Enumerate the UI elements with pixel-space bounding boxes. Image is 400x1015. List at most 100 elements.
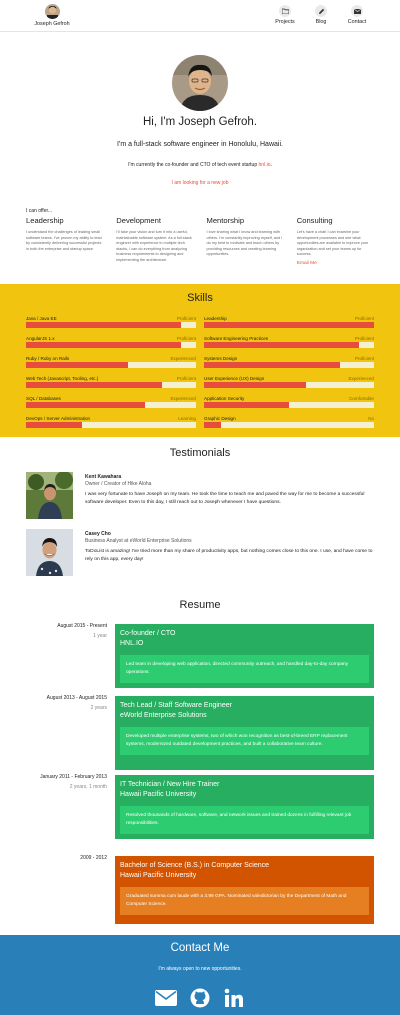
resume-detail: Graduated summa cum laude with a 3.99 GP… [120, 886, 369, 915]
skill-level: Learning [178, 416, 196, 421]
skill-level: Proficient [354, 356, 374, 361]
skills-title: Skills [187, 292, 213, 304]
hero-cto-line: I'm currently the co-founder and CTO of … [0, 162, 400, 168]
skill-ux: User Experience (UX) Design Experienced [204, 376, 374, 388]
offer-heading: Development [116, 216, 161, 225]
resume-card-eworld: Tech Lead / Staff Software Engineer eWor… [115, 696, 374, 770]
skill-level: Proficient [176, 376, 196, 381]
date-duration: 1 year [93, 632, 107, 639]
offer-text: I'll take your vision and turn it into a… [116, 230, 192, 262]
brand-avatar [44, 4, 60, 19]
skill-bar [204, 322, 374, 328]
resume-org: Hawaii Pacific University [120, 871, 197, 879]
job-search-link[interactable]: I am looking for a new job [0, 180, 400, 186]
nav-contact[interactable]: Contact [344, 5, 370, 25]
skills-section: Skills Java / Java EE Proficient AngularJ… [0, 284, 400, 437]
hero-subtitle: I'm a full-stack software engineer in Ho… [117, 141, 283, 148]
pencil-icon [315, 5, 327, 17]
resume-date: August 2015 - Present 1 year [20, 622, 107, 641]
skill-bar [26, 322, 196, 328]
offer-heading: Consulting [296, 216, 333, 225]
skill-name: AngularJS 1.x [26, 336, 55, 341]
offer-development: Development I'll take your vision and tu… [116, 216, 195, 266]
skill-level: Proficient [176, 316, 196, 321]
skill-name: User Experience (UX) Design [204, 376, 265, 381]
offer-text: I love sharing what I know and learning … [206, 230, 283, 256]
skill-bar [26, 402, 196, 408]
skill-name: Systems Design [204, 356, 238, 361]
date-range: 2009 - 2012 [80, 855, 107, 861]
skill-bar [204, 402, 374, 408]
skill-name: Java / Java EE [26, 316, 57, 321]
skill-practices: Software Engineering Practices Proficient [204, 336, 374, 348]
skill-level: Proficient [354, 336, 374, 341]
skill-level: Proficient [354, 316, 374, 321]
skill-name: Graphic Design [204, 416, 236, 421]
contact-subtitle: I'm always open to new opportunities. [158, 966, 242, 972]
skill-bar [204, 342, 374, 348]
skill-fill [204, 402, 289, 408]
skill-level: Experienced [170, 356, 196, 361]
nav-label: Projects [275, 19, 295, 25]
date-range: August 2015 - Present [57, 623, 107, 629]
offer-title: I can offer... [26, 208, 53, 214]
skill-fill [204, 382, 306, 388]
resume-detail: Developed multiple enterprise systems, t… [120, 726, 369, 755]
profile-photo [172, 55, 228, 111]
skill-java: Java / Java EE Proficient [26, 316, 196, 328]
resume-card-hnlio: Co-founder / CTO HNL.IO Led team in deve… [115, 624, 374, 688]
skill-bar [204, 362, 374, 368]
resume-org: Hawaii Pacific University [120, 790, 197, 798]
github-icon[interactable] [189, 987, 211, 1009]
skill-fill [26, 382, 162, 388]
nav-blog[interactable]: Blog [308, 5, 334, 25]
skill-fill [26, 402, 145, 408]
skill-ruby: Ruby / Ruby on Rails Experienced [26, 356, 196, 368]
hnlio-link[interactable]: hnl.io [259, 162, 271, 168]
date-duration: 2 years [90, 704, 107, 711]
contact-section: Contact Me I'm always open to new opport… [0, 935, 400, 1015]
offer-consulting: Consulting Let's have a chat! I can exam… [297, 216, 376, 266]
testimonial-photo-kent [26, 472, 73, 519]
contact-title: Contact Me [170, 942, 230, 954]
testimonial-role: Owner / Creator of Hike Aloha [85, 481, 152, 487]
skill-webtech: Web Tech (Javascript, Tooling, etc.) Prof… [26, 376, 196, 388]
skill-name: Ruby / Ruby on Rails [26, 356, 70, 361]
envelope-icon [351, 5, 363, 17]
envelope-icon[interactable] [155, 987, 177, 1009]
offer-heading: Mentorship [206, 216, 245, 225]
date-range: August 2013 - August 2015 [46, 695, 107, 701]
offer-columns: Leadership I understand the challenges o… [26, 216, 376, 266]
date-range: January 2011 - February 2013 [40, 774, 107, 780]
top-nav: Joseph Gefroh Projects Blog Contact [0, 0, 400, 32]
nav-projects[interactable]: Projects [272, 5, 298, 25]
skill-bar [26, 382, 196, 388]
brand-name: Joseph Gefroh [34, 21, 70, 27]
linkedin-icon[interactable] [223, 987, 245, 1009]
resume-org: eWorld Enterprise Solutions [120, 711, 207, 719]
resume-role: Co-founder / CTO [120, 630, 176, 637]
offer-text: Let's have a chat! I can examine your de… [296, 230, 369, 256]
brand-link[interactable]: Joseph Gefroh [30, 4, 74, 27]
skill-graphic: Graphic Design No [204, 416, 374, 428]
nav-label: Blog [315, 19, 327, 25]
testimonial-name: Kent Kawahara [85, 474, 122, 480]
skill-name: Web Tech (Javascript, Tooling, etc.) [26, 376, 99, 381]
skill-level: Experienced [348, 376, 374, 381]
skill-sql: SQL / Databases Experienced [26, 396, 196, 408]
skill-level: No [368, 416, 374, 421]
testimonial-name: Casey Cho [85, 531, 111, 537]
testimonials-title: Testimonials [169, 447, 231, 459]
offer-mentorship: Mentorship I love sharing what I know an… [207, 216, 286, 266]
testimonial-quote: I was very fortunate to have Joseph on m… [85, 492, 365, 505]
cto-end: . [270, 162, 272, 168]
skill-name: Application Security [204, 396, 245, 401]
skill-name: Leadership [204, 316, 227, 321]
skill-name: SQL / Databases [26, 396, 61, 401]
email-me-link[interactable]: Email Me [297, 261, 376, 266]
cto-text: I'm currently the co-founder and CTO of … [128, 162, 258, 168]
offer-text: I understand the challenges of leading s… [26, 230, 102, 251]
resume-role: IT Technician / New Hire Trainer [120, 781, 220, 788]
skill-bar [26, 362, 196, 368]
skill-devops: DevOps / Server Administration Learning [26, 416, 196, 428]
